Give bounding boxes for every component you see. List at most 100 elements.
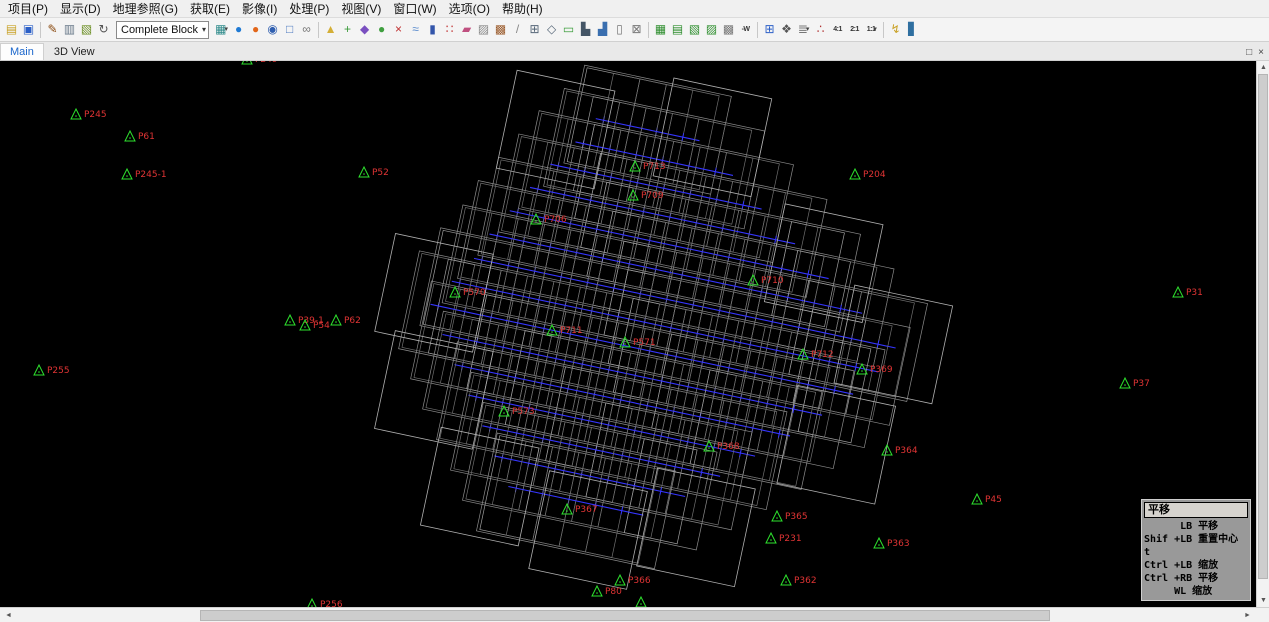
control-point[interactable]: P255 xyxy=(34,365,70,376)
menu-item-acquire[interactable]: 获取(E) xyxy=(184,0,236,18)
select-tool-icon[interactable]: □ xyxy=(281,21,298,38)
control-point[interactable]: P249 xyxy=(242,61,278,65)
prism-icon[interactable]: ◆ xyxy=(356,21,373,38)
control-point[interactable]: P61 xyxy=(125,131,155,142)
menu-item-display[interactable]: 显示(D) xyxy=(54,0,107,18)
refresh-icon[interactable]: ↻ xyxy=(95,21,112,38)
horizontal-scroll-thumb[interactable] xyxy=(200,610,1050,621)
control-point[interactable]: P366 xyxy=(615,575,651,586)
control-point[interactable]: P364 xyxy=(882,445,918,456)
slope-icon[interactable]: / xyxy=(509,21,526,38)
scroll-right-icon[interactable]: ► xyxy=(1241,609,1254,622)
menu-item-process[interactable]: 处理(P) xyxy=(283,0,335,18)
control-point[interactable]: P37 xyxy=(1120,378,1150,389)
control-point[interactable]: P709 xyxy=(628,190,664,201)
table-icon[interactable]: ⊞ xyxy=(526,21,543,38)
orange-sphere-icon[interactable]: ● xyxy=(247,21,264,38)
building-icon[interactable]: ▟ xyxy=(594,21,611,38)
control-point[interactable]: P365 xyxy=(772,511,808,522)
control-point[interactable]: P713 xyxy=(630,161,666,172)
stereo-icon[interactable]: ▯ xyxy=(611,21,628,38)
ortho-icon[interactable]: ▧ xyxy=(686,21,703,38)
control-point[interactable]: P45 xyxy=(972,494,1002,505)
tab-3d-view[interactable]: 3D View xyxy=(44,43,105,60)
control-point[interactable]: P362 xyxy=(781,575,817,586)
merge-icon[interactable]: ▩ xyxy=(720,21,737,38)
menu-item-help[interactable]: 帮助(H) xyxy=(496,0,549,18)
contour-icon[interactable]: ▤ xyxy=(669,21,686,38)
control-point[interactable] xyxy=(636,597,646,607)
add-point-icon[interactable]: + xyxy=(339,21,356,38)
control-point[interactable]: P369 xyxy=(857,364,893,375)
close-window-icon[interactable]: × xyxy=(1258,46,1264,60)
camera-icon[interactable]: ◉ xyxy=(264,21,281,38)
chart-icon[interactable]: ▙ xyxy=(577,21,594,38)
layer-icon[interactable]: ▭ xyxy=(560,21,577,38)
edit-icon[interactable]: ✎ xyxy=(44,21,61,38)
control-point-triangle-icon xyxy=(850,169,860,179)
menu-item-options[interactable]: 选项(O) xyxy=(443,0,496,18)
delete-icon[interactable]: × xyxy=(390,21,407,38)
wave-icon[interactable]: ≈ xyxy=(407,21,424,38)
zoom-4-1-icon[interactable]: 4:1 xyxy=(829,21,846,38)
control-point[interactable]: P706 xyxy=(531,214,567,225)
cube-icon[interactable]: ◇ xyxy=(543,21,560,38)
map-canvas[interactable]: P249 P245 P61 P245-1 P52 P713 P204 P709 P706 P570… xyxy=(0,61,1256,607)
control-point[interactable]: P80 xyxy=(592,586,622,597)
tiles-icon[interactable]: ⊞ xyxy=(761,21,778,38)
horizontal-scrollbar[interactable]: ◄ ► xyxy=(0,607,1269,622)
histogram-icon[interactable]: ▋ xyxy=(904,21,921,38)
control-point[interactable]: P52 xyxy=(359,167,389,178)
control-point[interactable]: P363 xyxy=(874,538,910,549)
globe-icon[interactable]: ● xyxy=(230,21,247,38)
block-selector[interactable]: Complete Block▾ xyxy=(116,21,209,39)
restore-window-icon[interactable]: □ xyxy=(1246,46,1252,60)
control-point[interactable]: P256 xyxy=(307,599,343,607)
sphere-icon[interactable]: ● xyxy=(373,21,390,38)
control-point[interactable]: P231 xyxy=(766,533,802,544)
paste-icon[interactable]: ▧ xyxy=(78,21,95,38)
block-grid-icon[interactable]: ▦▾ xyxy=(213,21,230,38)
control-point[interactable]: P573 xyxy=(499,406,535,417)
pan-tool-icon[interactable]: ❖ xyxy=(778,21,795,38)
terrain-icon[interactable]: ▩ xyxy=(492,21,509,38)
vertical-scroll-thumb[interactable] xyxy=(1258,74,1268,579)
link-icon[interactable]: ∞ xyxy=(298,21,315,38)
control-point[interactable]: P245 xyxy=(71,109,107,120)
menu-item-image[interactable]: 影像(I) xyxy=(236,0,283,18)
control-point[interactable]: P62 xyxy=(331,315,361,326)
menu-item-window[interactable]: 窗口(W) xyxy=(387,0,442,18)
copy-icon[interactable]: ▥ xyxy=(61,21,78,38)
key-icon[interactable]: ↯ xyxy=(887,21,904,38)
tab-main[interactable]: Main xyxy=(0,43,44,60)
control-point[interactable]: P570 xyxy=(450,287,486,298)
scroll-down-icon[interactable]: ▼ xyxy=(1257,594,1269,607)
layers-icon[interactable]: ≣▾ xyxy=(795,21,812,38)
boxes-icon[interactable]: ⊠ xyxy=(628,21,645,38)
zoom-2-1-icon[interactable]: 2:1 xyxy=(846,21,863,38)
scroll-left-icon[interactable]: ◄ xyxy=(2,609,15,622)
control-point[interactable]: P571 xyxy=(620,337,656,348)
menu-item-project[interactable]: 项目(P) xyxy=(2,0,54,18)
save-icon[interactable]: ▣ xyxy=(20,21,37,38)
vertical-scrollbar[interactable]: ▲ ▼ xyxy=(1256,61,1269,607)
menu-item-view[interactable]: 视图(V) xyxy=(335,0,387,18)
points-grid-icon[interactable]: ∷ xyxy=(441,21,458,38)
mosaic-icon[interactable]: ▨ xyxy=(703,21,720,38)
open-project-icon[interactable]: ▤ xyxy=(3,21,20,38)
zoom-1-1-icon[interactable]: 1:1▾ xyxy=(863,21,880,38)
control-point[interactable]: P31 xyxy=(1173,287,1203,298)
dem-grid-icon[interactable]: ▦ xyxy=(652,21,669,38)
scroll-up-icon[interactable]: ▲ xyxy=(1257,61,1269,74)
warning-icon[interactable]: ▲ xyxy=(322,21,339,38)
main-area: P249 P245 P61 P245-1 P52 P713 P204 P709 P706 P570… xyxy=(0,61,1269,607)
control-point[interactable]: P245-1 xyxy=(122,169,167,180)
control-point[interactable]: P367 xyxy=(562,504,598,515)
hatch-icon[interactable]: ▨ xyxy=(475,21,492,38)
control-point[interactable]: P204 xyxy=(850,169,886,180)
w-tool-icon[interactable]: -W xyxy=(737,21,754,38)
menu-item-georef[interactable]: 地理参照(G) xyxy=(107,0,184,18)
column-icon[interactable]: ▮ xyxy=(424,21,441,38)
scatter-icon[interactable]: ∴ xyxy=(812,21,829,38)
ribbon-icon[interactable]: ▰ xyxy=(458,21,475,38)
